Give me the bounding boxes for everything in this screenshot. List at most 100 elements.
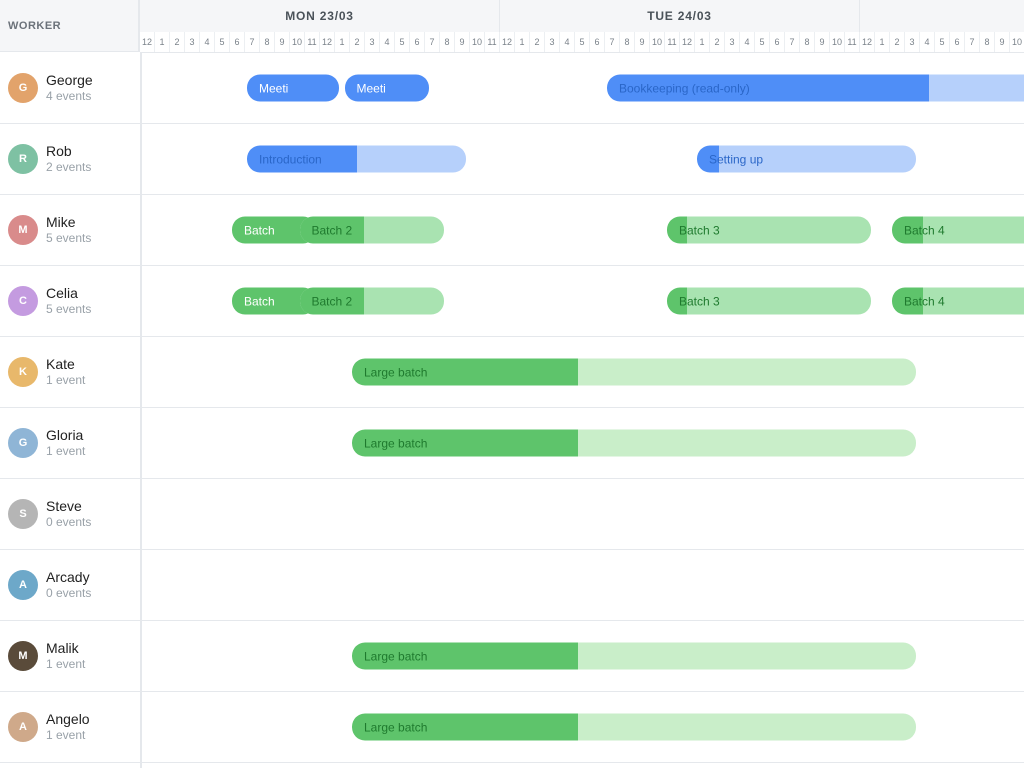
worker-name: Arcady	[46, 569, 91, 586]
header-hour-cell: 4	[380, 32, 395, 52]
event-bar[interactable]: Setting up	[697, 146, 916, 173]
event-bar[interactable]: Meeti	[247, 75, 339, 102]
timeline-row[interactable]: Large batch	[142, 408, 1024, 479]
worker-text: Steve0 events	[46, 498, 91, 529]
header-hour-cell: 10	[830, 32, 845, 52]
timeline-row[interactable]: Large batch	[142, 621, 1024, 692]
avatar: M	[8, 215, 38, 245]
header-hour-cell: 5	[935, 32, 950, 52]
worker-row[interactable]: AArcady0 events	[0, 550, 140, 621]
worker-row[interactable]: MMalik1 event	[0, 621, 140, 692]
header-hour-cell: 11	[845, 32, 860, 52]
event-bar[interactable]: Bookkeeping (read-only)	[607, 75, 1024, 102]
header-hour-cell: 1	[335, 32, 350, 52]
header-hour-cell: 10	[1010, 32, 1024, 52]
worker-row[interactable]: C Celia5 events	[0, 266, 140, 337]
header-hour-cell: 5	[755, 32, 770, 52]
header-hour-cell: 3	[545, 32, 560, 52]
header-hour-cell: 12	[320, 32, 335, 52]
event-bar[interactable]: Batch 2	[300, 217, 444, 244]
worker-row[interactable]: G George4 events	[0, 53, 140, 124]
event-bar[interactable]: Introduction	[247, 146, 466, 173]
event-label: Batch	[244, 294, 275, 308]
header-hour-cell: 6	[410, 32, 425, 52]
event-bar[interactable]: Large batch	[352, 359, 916, 386]
header-hour-cell: 3	[185, 32, 200, 52]
event-bar[interactable]: Meeti	[345, 75, 429, 102]
header-hour-cell: 8	[260, 32, 275, 52]
avatar: A	[8, 570, 38, 600]
header-hour-cell: 11	[485, 32, 500, 52]
header-hour-cell: 8	[980, 32, 995, 52]
header-hour-cell: 10	[470, 32, 485, 52]
worker-row[interactable]: MMike5 events	[0, 195, 140, 266]
header-day-cell[interactable]: TUE 24/03	[500, 0, 860, 32]
event-bar[interactable]: Batch 4	[892, 288, 1024, 315]
timeline-row[interactable]: Large batch	[142, 692, 1024, 763]
worker-text: Celia5 events	[46, 285, 91, 316]
worker-text: Angelo1 event	[46, 711, 90, 742]
timeline-row[interactable]: Batch Batch 2 Batch 3 Batch 4	[142, 195, 1024, 266]
worker-row[interactable]: K Kate1 event	[0, 337, 140, 408]
avatar: G	[8, 73, 38, 103]
worker-event-count: 4 events	[46, 89, 93, 103]
timeline-row[interactable]: Batch Batch 2 Batch 3 Batch 4	[142, 266, 1024, 337]
header-hour-cell: 1	[155, 32, 170, 52]
header-hour-cell: 9	[455, 32, 470, 52]
avatar: S	[8, 499, 38, 529]
header-hour-cell: 8	[800, 32, 815, 52]
header-hour-cell: 8	[440, 32, 455, 52]
header-hour-cell: 5	[395, 32, 410, 52]
avatar: M	[8, 641, 38, 671]
header-hour-cell: 10	[290, 32, 305, 52]
header-hour-cell: 12	[140, 32, 155, 52]
event-bar[interactable]: Batch 3	[667, 288, 871, 315]
header-day-cell[interactable]: MON 23/03	[140, 0, 500, 32]
timeline-header-scroll[interactable]: MON 23/03TUE 24/03W 12123456789101112123…	[140, 0, 1024, 53]
header-hour-cell: 2	[170, 32, 185, 52]
timeline-row[interactable]	[142, 550, 1024, 621]
timeline-row[interactable]: Large batch	[142, 337, 1024, 408]
timeline-row[interactable]	[142, 479, 1024, 550]
event-bar[interactable]: Large batch	[352, 643, 916, 670]
timeline-grid[interactable]: Meeti Meeti Bookkeeping (read-only) Introdu…	[142, 53, 1024, 768]
event-label: Large batch	[364, 436, 427, 450]
event-label: Introduction	[259, 152, 322, 166]
avatar: K	[8, 357, 38, 387]
event-label: Meeti	[259, 81, 288, 95]
worker-row[interactable]: S Steve0 events	[0, 479, 140, 550]
header-hour-cell: 6	[590, 32, 605, 52]
worker-list: GGeorge4 eventsRRob2 eventsMMike5 events…	[0, 53, 142, 768]
header-hour-cell: 6	[770, 32, 785, 52]
worker-name: Mike	[46, 214, 91, 231]
event-bar[interactable]: Batch 3	[667, 217, 871, 244]
header-day-cell[interactable]: W	[860, 0, 1024, 32]
timeline-row[interactable]: Introduction Setting up	[142, 124, 1024, 195]
header-hour-cell: 12	[860, 32, 875, 52]
avatar: C	[8, 286, 38, 316]
worker-row[interactable]: GGloria1 event	[0, 408, 140, 479]
event-bar[interactable]: Batch 4	[892, 217, 1024, 244]
event-label: Batch	[244, 223, 275, 237]
timeline-header: WORKER MON 23/03TUE 24/03W 1212345678910…	[0, 0, 1024, 53]
worker-row[interactable]: RRob2 events	[0, 124, 140, 195]
avatar: R	[8, 144, 38, 174]
worker-name: Kate	[46, 356, 85, 373]
event-bar[interactable]: Large batch	[352, 430, 916, 457]
header-hour-cell: 9	[275, 32, 290, 52]
worker-column-header: WORKER	[0, 0, 140, 52]
worker-text: Kate1 event	[46, 356, 85, 387]
event-label: Large batch	[364, 365, 427, 379]
event-label: Large batch	[364, 720, 427, 734]
worker-text: George4 events	[46, 72, 93, 103]
header-hour-cell: 1	[695, 32, 710, 52]
timeline-row[interactable]: Meeti Meeti Bookkeeping (read-only)	[142, 53, 1024, 124]
event-label: Meeti	[357, 81, 386, 95]
event-label: Batch 3	[679, 294, 720, 308]
worker-row[interactable]: AAngelo1 event	[0, 692, 140, 763]
event-bar[interactable]: Batch 2	[300, 288, 444, 315]
event-label: Bookkeeping (read-only)	[619, 81, 750, 95]
worker-event-count: 1 event	[46, 657, 85, 671]
event-bar[interactable]: Large batch	[352, 714, 916, 741]
worker-event-count: 0 events	[46, 515, 91, 529]
